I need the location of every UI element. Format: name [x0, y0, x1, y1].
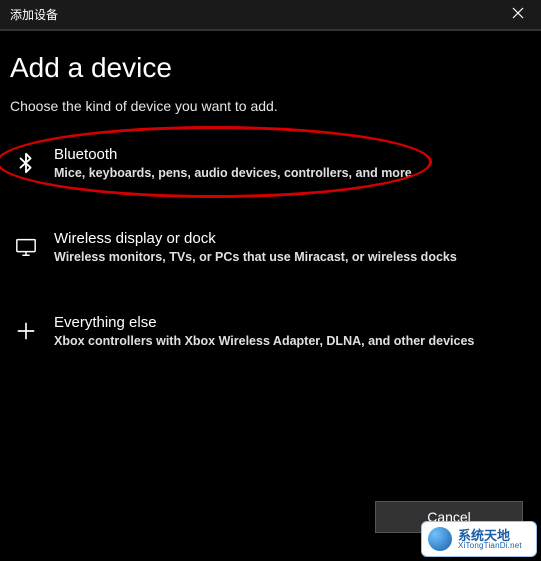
watermark-en: XiTongTianDi.net [458, 542, 522, 550]
option-wireless-display[interactable]: Wireless display or dock Wireless monito… [10, 218, 531, 276]
window-title: 添加设备 [10, 6, 58, 23]
option-title: Wireless display or dock [54, 230, 527, 247]
option-desc: Wireless monitors, TVs, or PCs that use … [54, 250, 527, 264]
option-text: Wireless display or dock Wireless monito… [54, 230, 527, 264]
option-text: Everything else Xbox controllers with Xb… [54, 314, 527, 348]
close-icon [512, 6, 524, 24]
option-title: Everything else [54, 314, 527, 331]
option-bluetooth[interactable]: Bluetooth Mice, keyboards, pens, audio d… [10, 134, 531, 192]
close-button[interactable] [495, 0, 541, 30]
device-options: Bluetooth Mice, keyboards, pens, audio d… [10, 134, 531, 360]
plus-icon [14, 320, 38, 342]
option-desc: Xbox controllers with Xbox Wireless Adap… [54, 334, 527, 348]
content-area: Add a device Choose the kind of device y… [0, 30, 541, 360]
option-everything-else[interactable]: Everything else Xbox controllers with Xb… [10, 302, 531, 360]
page-title: Add a device [10, 52, 531, 84]
monitor-icon [14, 236, 38, 258]
option-desc: Mice, keyboards, pens, audio devices, co… [54, 166, 527, 180]
option-text: Bluetooth Mice, keyboards, pens, audio d… [54, 146, 527, 180]
bluetooth-icon [14, 152, 38, 174]
titlebar: 添加设备 [0, 0, 541, 30]
watermark: 系统天地 XiTongTianDi.net [421, 521, 537, 557]
watermark-text: 系统天地 XiTongTianDi.net [458, 529, 522, 550]
divider [0, 30, 541, 31]
watermark-logo-icon [428, 527, 452, 551]
watermark-cn: 系统天地 [458, 529, 522, 542]
page-subtitle: Choose the kind of device you want to ad… [10, 98, 531, 114]
option-title: Bluetooth [54, 146, 527, 163]
